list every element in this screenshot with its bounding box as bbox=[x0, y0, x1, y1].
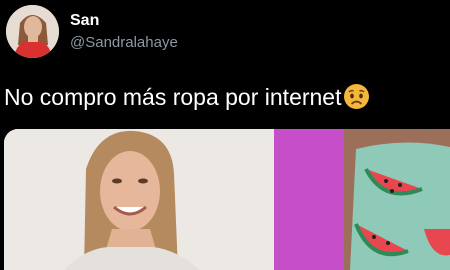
tweet-photo[interactable] bbox=[4, 129, 450, 270]
tweet-card[interactable]: San @Sandralahaye No compro más ropa por… bbox=[0, 0, 450, 270]
photo-icon bbox=[4, 129, 450, 270]
author-name[interactable]: San bbox=[70, 12, 99, 30]
avatar[interactable] bbox=[6, 5, 59, 58]
worried-face-icon bbox=[343, 83, 370, 110]
tweet-text: No compro más ropa por internet bbox=[4, 83, 370, 111]
author-handle[interactable]: @Sandralahaye bbox=[70, 34, 178, 51]
tweet-text-content: No compro más ropa por internet bbox=[4, 84, 342, 110]
